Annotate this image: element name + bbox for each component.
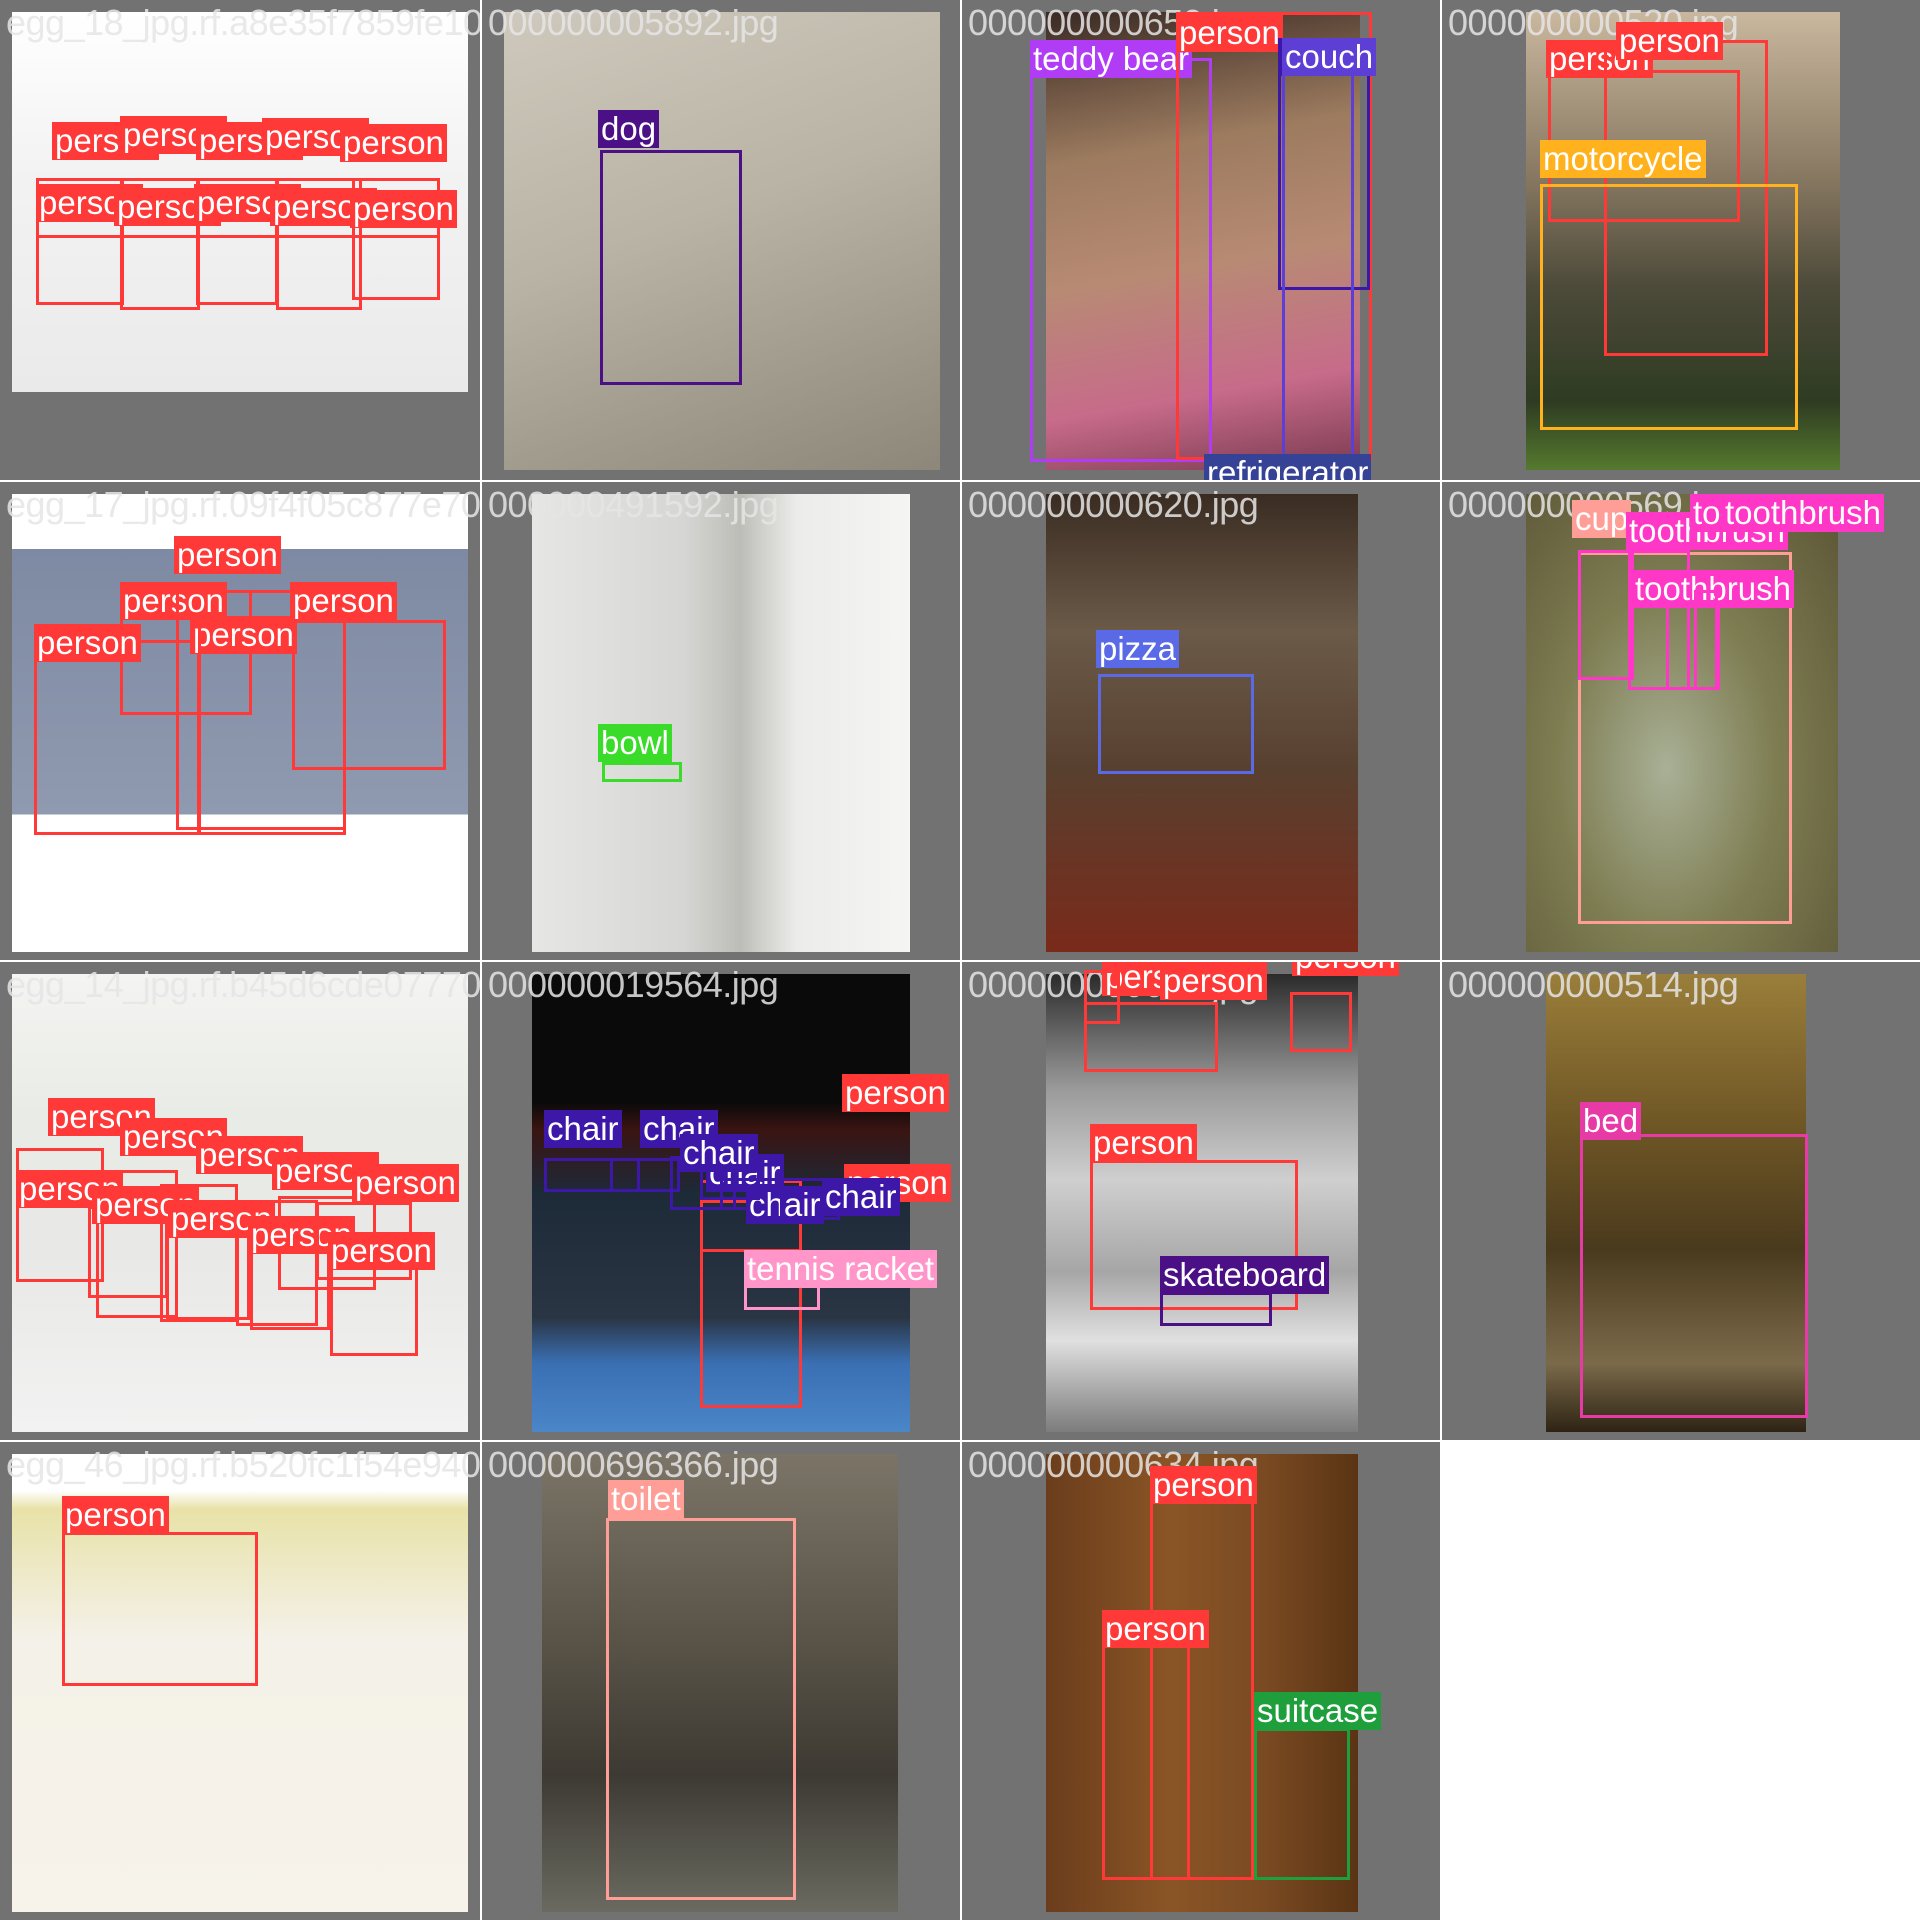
detection-label: pizza <box>1096 630 1180 668</box>
detection-label: motorcycle <box>1540 140 1706 178</box>
detection-label: person <box>350 190 457 228</box>
detection-label: person <box>352 1164 459 1202</box>
detection-box <box>1282 58 1354 460</box>
mosaic-tile: egg_46_jpg.rf.b520fc1f54e94038802696366.… <box>0 1442 480 1920</box>
detection-box <box>62 1532 258 1686</box>
detection-label: person <box>1176 14 1283 52</box>
detection-box <box>1290 992 1352 1052</box>
detection-label: chair <box>822 1178 900 1216</box>
tile-filename: egg_14_jpg.rf.b45d6cde077709065000195a4.… <box>6 964 480 1005</box>
detection-label: person <box>842 1074 949 1112</box>
mosaic-tile: 000000000620.jpg pizza <box>962 482 1440 960</box>
tile-filename: 000000491592.jpg <box>488 484 779 525</box>
detection-label: person <box>290 582 397 620</box>
detection-label: suitcase <box>1254 1692 1382 1730</box>
detection-box <box>292 620 446 770</box>
detection-box <box>352 235 440 300</box>
tile-photo <box>532 494 910 952</box>
mosaic-tile: 000000005892.jpg dog <box>482 0 960 480</box>
detection-label: bed <box>1580 1102 1642 1140</box>
detection-label: person <box>34 624 141 662</box>
detection-label: dog <box>598 110 660 148</box>
detection-label: person <box>1150 1466 1257 1504</box>
detection-label: person <box>174 536 281 574</box>
detection-label: person <box>328 1232 435 1270</box>
mosaic-tile: egg_14_jpg.rf.b45d6cde077709065000195a4.… <box>0 962 480 1440</box>
tile-filename: 000000000514.jpg <box>1448 964 1739 1005</box>
detection-label: person <box>1102 1610 1209 1648</box>
tile-filename: egg_46_jpg.rf.b520fc1f54e94038802696366.… <box>6 1444 480 1485</box>
detection-label: person <box>1616 22 1723 60</box>
detection-label: teddy bear <box>1030 40 1192 78</box>
detection-label: toilet <box>608 1480 684 1518</box>
mosaic-tile: 000000000520.jpg person person motorcycle <box>1442 0 1920 480</box>
detection-box <box>600 150 742 385</box>
mosaic-tile: 000000019564.jpgpersonpersonchairchairch… <box>482 962 960 1440</box>
detection-label: refrigerator <box>1204 454 1372 480</box>
tile-filename: 000000000620.jpg <box>968 484 1259 525</box>
tile-filename: 000000005892.jpg <box>488 2 779 43</box>
detection-label: chair <box>544 1110 622 1148</box>
detection-box <box>36 235 124 305</box>
detection-box <box>700 1168 760 1200</box>
detection-box <box>1102 1636 1190 1880</box>
detection-box <box>120 235 200 310</box>
detection-label: person <box>1090 1124 1197 1162</box>
detection-label: person <box>62 1496 169 1534</box>
detection-box <box>1578 550 1634 680</box>
detection-label: skateboard <box>1160 1256 1330 1294</box>
detection-mosaic: egg_18_jpg.rf.a8e35f7859fe1040ea0005892.… <box>0 0 1920 1920</box>
detection-box <box>1084 970 1120 1024</box>
detection-box <box>276 235 362 310</box>
detection-label: chair <box>680 1134 758 1172</box>
mosaic-tile: 000000000514.jpg bed <box>1442 962 1920 1440</box>
detection-label: person <box>1292 962 1399 976</box>
mosaic-tile: 000000696366.jpg toilet <box>482 1442 960 1920</box>
detection-label: cup <box>1572 500 1632 538</box>
mosaic-tile: 000000000650.jpgteddy bearpersonchaircou… <box>962 0 1440 480</box>
tile-filename: 000000019564.jpg <box>488 964 779 1005</box>
detection-label: toothbrush <box>1722 494 1884 532</box>
mosaic-tile: 000000491592.jpg bowl <box>482 482 960 960</box>
detection-label: bowl <box>598 724 672 762</box>
mosaic-tile: 000000000634.jpg person person suitcase <box>962 1442 1440 1920</box>
detection-box <box>1580 1134 1808 1418</box>
detection-label: person <box>340 124 447 162</box>
detection-box <box>1694 590 1718 690</box>
detection-box <box>1254 1728 1350 1880</box>
detection-box <box>1540 184 1798 430</box>
detection-label: person <box>1160 962 1267 1000</box>
detection-box <box>602 762 682 782</box>
mosaic-tile: egg_18_jpg.rf.a8e35f7859fe1040ea0005892.… <box>0 0 480 480</box>
detection-label: tennis racket <box>744 1250 938 1288</box>
detection-box <box>1160 1292 1272 1326</box>
tile-filename: egg_18_jpg.rf.a8e35f7859fe1040ea0005892.… <box>6 2 480 43</box>
detection-box <box>196 235 278 305</box>
detection-box <box>1098 674 1254 774</box>
mosaic-tile: egg_17_jpg.rf.09f4f05c877e7030004910592.… <box>0 482 480 960</box>
mosaic-tile: 000000000569.jpgcuptoothbrushtoothbrusht… <box>1442 482 1920 960</box>
mosaic-tile: 000000000625.jpgpersonpersonpersonperson… <box>962 962 1440 1440</box>
detection-label: couch <box>1282 38 1377 76</box>
detection-box <box>606 1518 796 1900</box>
tile-filename: egg_17_jpg.rf.09f4f05c877e7030004910592.… <box>6 484 480 525</box>
